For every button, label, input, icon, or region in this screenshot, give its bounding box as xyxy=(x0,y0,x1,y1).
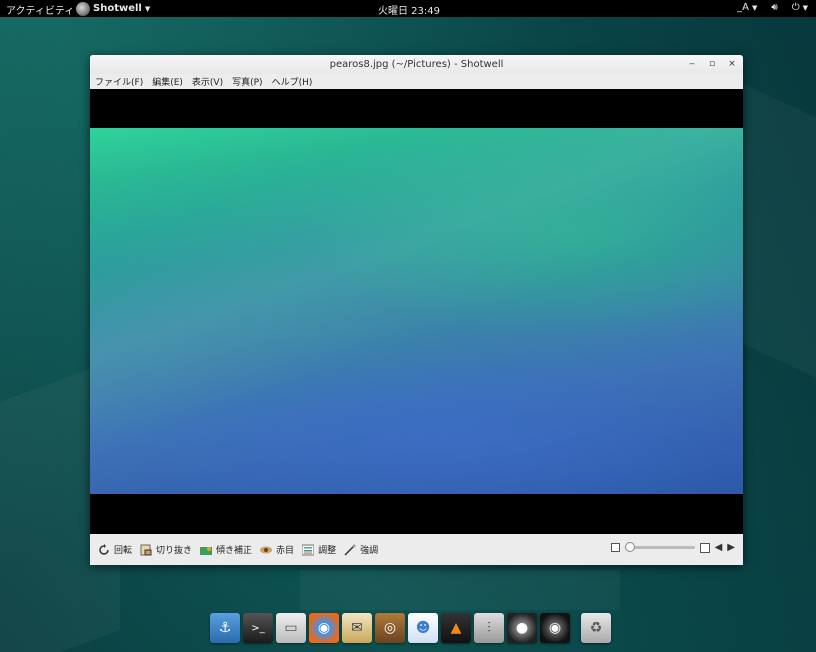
adjust-icon xyxy=(301,544,315,556)
messages-icon[interactable]: ☻ xyxy=(408,613,438,643)
wallpaper-facet xyxy=(300,570,620,610)
close-button[interactable]: × xyxy=(726,58,738,70)
activities-button[interactable]: アクティビティ xyxy=(6,2,74,17)
adjust-label: 調整 xyxy=(318,546,337,556)
camera-icon[interactable]: ◉ xyxy=(540,613,570,643)
zoom-in-icon[interactable] xyxy=(699,542,710,553)
menu-bar: ファイル(F) 編集(E) 表示(V) 写真(P) ヘルプ(H) xyxy=(90,74,743,89)
enhance-button[interactable]: 強調 xyxy=(344,543,378,556)
next-photo-icon[interactable]: ▶ xyxy=(727,542,735,553)
menu-help[interactable]: ヘルプ(H) xyxy=(272,75,313,88)
previous-photo-icon[interactable]: ◀ xyxy=(715,542,723,553)
maximize-button[interactable]: ▫ xyxy=(706,58,718,70)
enhance-label: 強調 xyxy=(360,546,379,556)
redeye-label: 赤目 xyxy=(276,546,295,556)
zoom-slider[interactable] xyxy=(624,542,695,552)
trash-icon[interactable]: ♻ xyxy=(581,613,611,643)
photo-viewer[interactable] xyxy=(90,89,743,534)
app-menu-label: Shotwell xyxy=(93,3,142,14)
shotwell-window: pearos8.jpg (~/Pictures) - Shotwell ‒ ▫ … xyxy=(90,55,743,565)
photo-highlight xyxy=(90,128,743,494)
app-menu[interactable]: Shotwell ▼ xyxy=(76,0,150,17)
wallpaper-facet xyxy=(740,82,816,378)
menu-photo[interactable]: 写真(P) xyxy=(232,75,262,88)
enhance-icon xyxy=(344,544,356,556)
rotate-button[interactable]: 回転 xyxy=(98,543,132,556)
window-title: pearos8.jpg (~/Pictures) - Shotwell xyxy=(329,59,504,70)
minimize-button[interactable]: ‒ xyxy=(686,58,698,70)
volume-icon[interactable]: 🔊︎ xyxy=(771,2,777,13)
zoom-out-icon[interactable] xyxy=(610,543,620,552)
zoom-slider-handle[interactable] xyxy=(624,542,635,552)
rotate-icon xyxy=(98,543,110,556)
top-bar: アクティビティ Shotwell ▼ 火曜日 23:49 _A ▼ 🔊︎ ⏻ ▼ xyxy=(0,0,816,17)
rotate-label: 回転 xyxy=(114,546,133,556)
crop-label: 切り抜き xyxy=(156,546,193,556)
menu-edit[interactable]: 編集(E) xyxy=(152,75,183,88)
crop-button[interactable]: 切り抜き xyxy=(140,543,192,556)
power-menu[interactable]: ⏻ ▼ xyxy=(792,2,808,13)
mixer-icon[interactable]: ⫶ xyxy=(474,613,504,643)
redeye-icon xyxy=(260,544,273,556)
straighten-label: 傾き補正 xyxy=(216,546,253,556)
redeye-button[interactable]: 赤目 xyxy=(260,543,294,556)
shotwell-app-icon xyxy=(76,1,90,16)
input-method-label: A xyxy=(742,2,749,13)
speaker-icon[interactable]: ◎ xyxy=(375,613,405,643)
zoom-controls: ◀ ▶ xyxy=(610,542,735,553)
chevron-down-icon: ▼ xyxy=(144,4,151,13)
chevron-down-icon: ▼ xyxy=(802,4,808,12)
adjust-button[interactable]: 調整 xyxy=(301,543,337,556)
input-method-menu[interactable]: _A ▼ xyxy=(737,2,757,13)
dock: ⚓ >_ ▭ ◉ ✉ ◎ ☻ ▲ ⫶ ● ◉ ♻ xyxy=(210,613,611,646)
system-tray: _A ▼ 🔊︎ ⏻ ▼ xyxy=(737,2,808,13)
window-titlebar[interactable]: pearos8.jpg (~/Pictures) - Shotwell ‒ ▫ … xyxy=(90,55,743,74)
dvd-icon[interactable]: ● xyxy=(507,613,537,643)
files-icon[interactable]: ▭ xyxy=(276,613,306,643)
vlc-icon[interactable]: ▲ xyxy=(441,613,471,643)
menu-file[interactable]: ファイル(F) xyxy=(95,75,143,88)
mail-icon[interactable]: ✉ xyxy=(342,613,372,643)
chevron-down-icon: ▼ xyxy=(751,4,758,12)
firefox-icon[interactable]: ◉ xyxy=(309,613,339,643)
power-icon: ⏻ xyxy=(791,2,800,13)
clock[interactable]: 火曜日 23:49 xyxy=(378,2,440,17)
terminal-icon[interactable]: >_ xyxy=(243,613,273,643)
straighten-button[interactable]: 傾き補正 xyxy=(200,543,252,556)
menu-view[interactable]: 表示(V) xyxy=(192,75,223,88)
crop-icon xyxy=(140,544,152,556)
edit-toolbar: 回転 切り抜き 傾き補正 赤目 調整 強調 ◀ ▶ xyxy=(90,534,743,565)
straighten-icon xyxy=(200,544,213,556)
anchor-icon[interactable]: ⚓ xyxy=(210,613,240,643)
